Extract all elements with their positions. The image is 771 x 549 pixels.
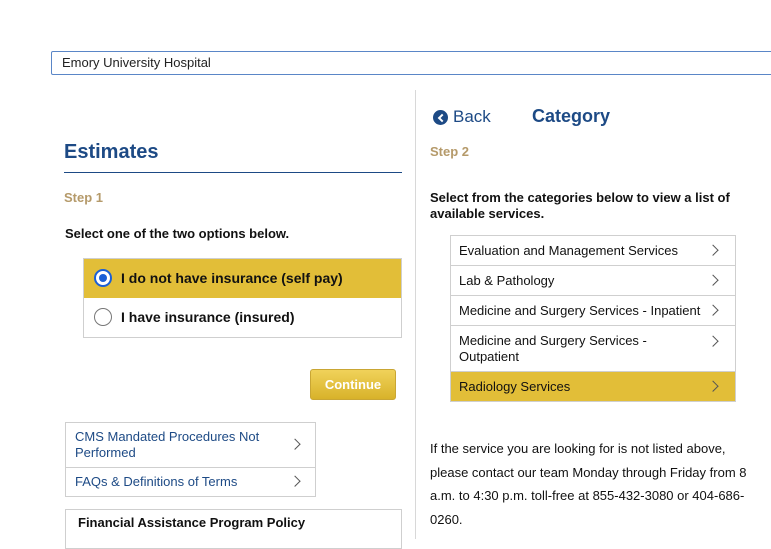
chevron-right-icon — [707, 380, 719, 392]
back-label: Back — [453, 107, 491, 126]
page-title: Estimates — [64, 141, 159, 163]
step-2-instruction: Select from the categories below to view… — [430, 190, 730, 221]
radio-unselected-icon[interactable] — [94, 308, 112, 326]
radio-selected-icon[interactable] — [94, 269, 112, 287]
chevron-right-icon — [707, 304, 719, 316]
financial-assistance-policy[interactable]: Financial Assistance Program Policy — [65, 509, 402, 549]
category-evaluation-management[interactable]: Evaluation and Management Services — [451, 236, 735, 266]
chevron-right-icon — [707, 274, 719, 286]
option-self-pay[interactable]: I do not have insurance (self pay) — [84, 259, 401, 298]
option-insured[interactable]: I have insurance (insured) — [84, 298, 401, 337]
step-1-label: Step 1 — [64, 190, 104, 205]
step-2-label: Step 2 — [430, 144, 470, 159]
category-label: Radiology Services — [459, 379, 571, 394]
policy-title: Financial Assistance Program Policy — [78, 515, 306, 530]
chevron-right-icon — [289, 475, 301, 487]
category-label: Lab & Pathology — [459, 273, 555, 288]
column-divider — [415, 90, 416, 539]
chevron-right-icon — [707, 244, 719, 256]
resource-links: CMS Mandated Procedures Not Performed FA… — [65, 422, 316, 497]
category-label: Medicine and Surgery Services - Inpatien… — [459, 303, 701, 318]
link-label: CMS Mandated Procedures Not Performed — [75, 429, 260, 460]
hospital-select[interactable]: Emory University Hospital — [51, 51, 771, 75]
title-underline — [64, 172, 402, 173]
link-faqs[interactable]: FAQs & Definitions of Terms — [66, 468, 315, 496]
chevron-right-icon — [707, 335, 719, 347]
category-label: Evaluation and Management Services — [459, 243, 678, 258]
chevron-left-circle-icon — [433, 110, 448, 125]
continue-button[interactable]: Continue — [310, 369, 396, 400]
category-label: Medicine and Surgery Services - Outpatie… — [459, 333, 647, 364]
category-radiology[interactable]: Radiology Services — [451, 372, 735, 401]
contact-info-text: If the service you are looking for is no… — [430, 441, 747, 527]
insurance-radio-group: I do not have insurance (self pay) I hav… — [83, 258, 402, 338]
option-label: I have insurance (insured) — [121, 309, 295, 325]
link-cms-mandated[interactable]: CMS Mandated Procedures Not Performed — [66, 423, 315, 468]
step-1-instruction: Select one of the two options below. — [65, 226, 290, 241]
category-inpatient[interactable]: Medicine and Surgery Services - Inpatien… — [451, 296, 735, 326]
category-lab-pathology[interactable]: Lab & Pathology — [451, 266, 735, 296]
category-list: Evaluation and Management Services Lab &… — [450, 235, 736, 402]
chevron-right-icon — [289, 438, 301, 450]
category-title: Category — [532, 106, 611, 126]
link-label: FAQs & Definitions of Terms — [75, 474, 238, 489]
option-label: I do not have insurance (self pay) — [121, 270, 343, 286]
category-outpatient[interactable]: Medicine and Surgery Services - Outpatie… — [451, 326, 735, 372]
